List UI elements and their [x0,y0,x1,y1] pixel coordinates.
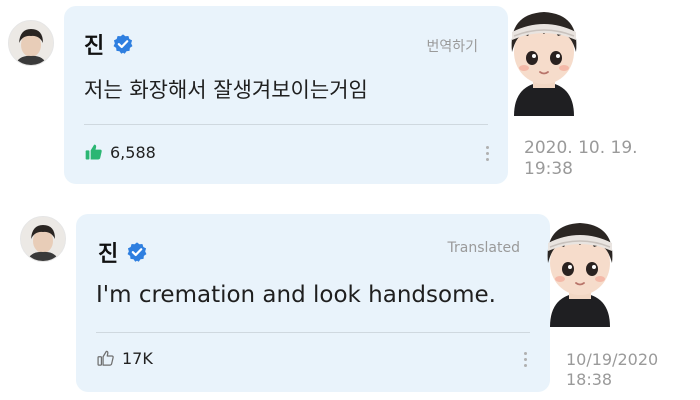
translate-button[interactable]: 번역하기 [426,36,478,56]
timestamp: 2020. 10. 19. 19:38 [524,138,638,181]
character-sticker [500,6,588,116]
author-row: 진 [98,236,148,268]
avatar-photo [21,217,65,261]
author-avatar[interactable] [20,216,66,262]
message-text: 저는 화장해서 잘생겨보이는거임 [84,78,368,102]
like-count: 6,588 [110,142,156,162]
divider [96,332,530,333]
timestamp: 10/19/2020 18:38 [566,350,658,390]
translated-label[interactable]: Translated [448,240,520,256]
author-name[interactable]: 진 [98,236,118,268]
thumbs-up-filled-icon [85,144,102,160]
like-button[interactable]: 17K [96,348,153,368]
avatar-photo [9,21,53,65]
timestamp-date: 10/19/2020 [566,350,659,369]
like-button[interactable]: 6,588 [84,142,156,162]
timestamp-time: 18:38 [566,370,613,389]
more-vertical-icon[interactable] [486,146,490,161]
author-name[interactable]: 진 [84,28,104,60]
verified-badge-icon [113,34,133,54]
divider [84,124,488,125]
verified-badge-icon [127,242,147,262]
message-bubble: 진 번역하기 저는 화장해서 잘생겨보이는거임 6,588 [64,6,508,184]
author-row: 진 [84,28,134,60]
timestamp-date: 2020. 10. 19. [524,138,638,158]
more-vertical-icon[interactable] [524,352,528,367]
post-translated: 진 Translated I'm cremation and look hand… [0,200,700,400]
message-bubble: 진 Translated I'm cremation and look hand… [76,214,550,392]
author-avatar[interactable] [8,20,54,66]
post-original: 진 번역하기 저는 화장해서 잘생겨보이는거임 6,588 2020. 10. … [0,0,700,200]
character-sticker [536,216,624,328]
like-count: 17K [122,348,153,368]
message-text: I'm cremation and look handsome. [96,282,496,308]
timestamp-time: 19:38 [524,159,573,180]
thumbs-up-outline-icon [97,350,114,366]
